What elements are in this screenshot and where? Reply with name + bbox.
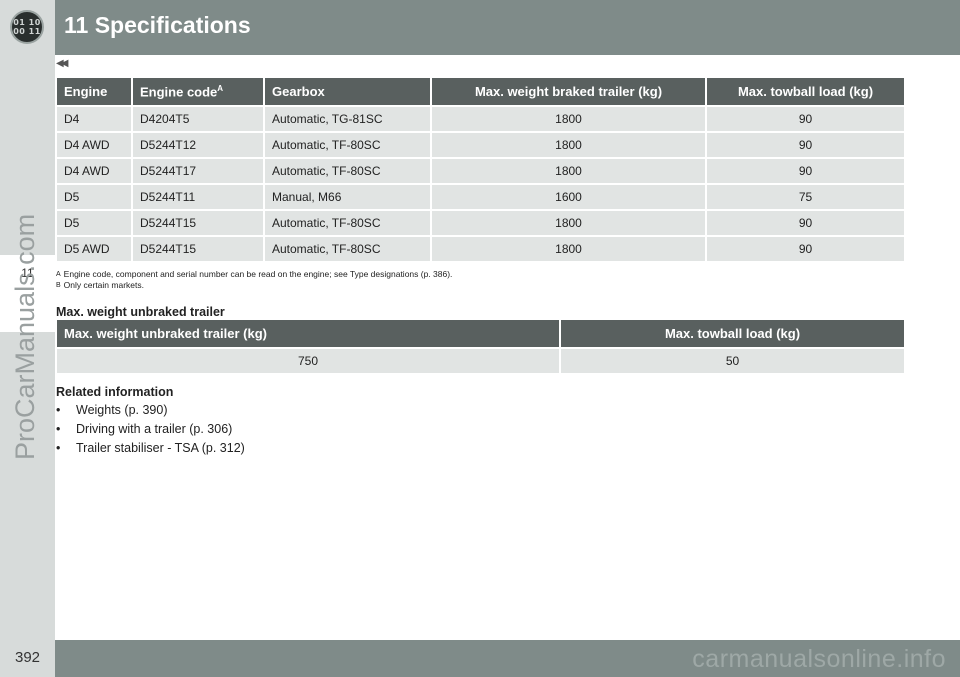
unbraked-section-heading: Max. weight unbraked trailer	[56, 305, 225, 319]
cell-braked-weight: 1600	[432, 185, 705, 209]
list-item: • Driving with a trailer (p. 306)	[56, 420, 245, 439]
table-header-row: Engine Engine codeA Gearbox Max. weight …	[57, 78, 904, 105]
col-header-braked-weight: Max. weight braked trailer (kg)	[432, 78, 705, 105]
table-row: D4 AWD D5244T17 Automatic, TF-80SC 1800 …	[57, 159, 904, 183]
table-header-row: Max. weight unbraked trailer (kg) Max. t…	[57, 320, 904, 347]
col-header-towball-load: Max. towball load (kg)	[707, 78, 904, 105]
footnote-key: A	[56, 271, 61, 278]
related-link-driving-with-trailer[interactable]: Driving with a trailer (p. 306)	[76, 422, 232, 436]
cell-towball-load: 90	[707, 211, 904, 235]
table-row: D5 D5244T11 Manual, M66 1600 75	[57, 185, 904, 209]
cell-engine: D5 AWD	[57, 237, 131, 261]
cell-engine-code: D5244T17	[133, 159, 263, 183]
cell-braked-weight: 1800	[432, 159, 705, 183]
cell-gearbox: Automatic, TF-80SC	[265, 159, 430, 183]
table-row: D4 D4204T5 Automatic, TG-81SC 1800 90	[57, 107, 904, 131]
logo-line-2: 00 11	[13, 27, 41, 36]
related-info-heading: Related information	[56, 385, 174, 399]
continued-marker-icon: ◀◀	[56, 58, 69, 69]
header-logo-box: 01 10 00 11	[0, 0, 55, 55]
table-row: D5 D5244T15 Automatic, TF-80SC 1800 90	[57, 211, 904, 235]
vertical-watermark: ProCarManuals.com	[10, 213, 40, 460]
cell-gearbox: Automatic, TF-80SC	[265, 237, 430, 261]
page-number: 392	[14, 649, 41, 666]
cell-towball-load: 90	[707, 237, 904, 261]
cell-gearbox: Manual, M66	[265, 185, 430, 209]
chapter-title: 11 Specifications	[64, 12, 251, 38]
col-header-gearbox: Gearbox	[265, 78, 430, 105]
footnote-key: B	[56, 282, 61, 289]
cell-unbraked-weight: 750	[57, 349, 559, 373]
cell-towball-load: 90	[707, 107, 904, 131]
footnote-text: Only certain markets.	[63, 280, 144, 290]
cell-engine-code: D5244T15	[133, 237, 263, 261]
footnote: A Engine code, component and serial numbe…	[56, 269, 452, 280]
cell-engine-code: D5244T15	[133, 211, 263, 235]
engine-code-label: Engine code	[140, 84, 218, 100]
cell-braked-weight: 1800	[432, 133, 705, 157]
col-header-unbraked-weight: Max. weight unbraked trailer (kg)	[57, 320, 559, 347]
unbraked-trailer-table: Max. weight unbraked trailer (kg) Max. t…	[55, 318, 906, 375]
col-header-engine-code: Engine codeA	[133, 78, 263, 105]
table-footnotes: A Engine code, component and serial numbe…	[56, 269, 452, 291]
cell-braked-weight: 1800	[432, 107, 705, 131]
table-row: 750 50	[57, 349, 904, 373]
cell-engine: D4 AWD	[57, 133, 131, 157]
cell-towball-load: 90	[707, 159, 904, 183]
list-item: • Trailer stabiliser - TSA (p. 312)	[56, 439, 245, 458]
cell-braked-weight: 1800	[432, 211, 705, 235]
cell-engine: D4 AWD	[57, 159, 131, 183]
bullet-icon: •	[56, 403, 61, 417]
cell-braked-weight: 1800	[432, 237, 705, 261]
cell-gearbox: Automatic, TF-80SC	[265, 133, 430, 157]
footer-watermark: carmanualsonline.info	[692, 645, 946, 673]
list-item: • Weights (p. 390)	[56, 401, 245, 420]
page-header: 01 10 00 11 11 Specifications	[0, 0, 960, 55]
table-row: D5 AWD D5244T15 Automatic, TF-80SC 1800 …	[57, 237, 904, 261]
cell-engine-code: D5244T11	[133, 185, 263, 209]
cell-engine-code: D4204T5	[133, 107, 263, 131]
towing-specs-table: Engine Engine codeA Gearbox Max. weight …	[55, 76, 906, 263]
cell-towball-load: 50	[561, 349, 904, 373]
page-footer: 392 carmanualsonline.info	[0, 640, 960, 677]
chapter-logo-icon: 01 10 00 11	[10, 10, 44, 44]
bullet-icon: •	[56, 422, 61, 436]
related-info-list: • Weights (p. 390) • Driving with a traile…	[56, 401, 245, 458]
cell-engine-code: D5244T12	[133, 133, 263, 157]
footnote-text: Engine code, component and serial number…	[63, 269, 453, 279]
cell-engine: D5	[57, 185, 131, 209]
table-row: D4 AWD D5244T12 Automatic, TF-80SC 1800 …	[57, 133, 904, 157]
related-link-trailer-stabiliser[interactable]: Trailer stabiliser - TSA (p. 312)	[76, 441, 245, 455]
cell-engine: D5	[57, 211, 131, 235]
cell-engine: D4	[57, 107, 131, 131]
footnote-ref-a: A	[217, 83, 224, 93]
footer-page-box: 392	[0, 640, 55, 677]
cell-towball-load: 75	[707, 185, 904, 209]
col-header-towball-load: Max. towball load (kg)	[561, 320, 904, 347]
cell-gearbox: Automatic, TF-80SC	[265, 211, 430, 235]
cell-towball-load: 90	[707, 133, 904, 157]
cell-gearbox: Automatic, TG-81SC	[265, 107, 430, 131]
footnote: B Only certain markets.	[56, 280, 452, 291]
logo-line-1: 01 10	[13, 18, 41, 27]
col-header-engine: Engine	[57, 78, 131, 105]
related-link-weights[interactable]: Weights (p. 390)	[76, 403, 167, 417]
bullet-icon: •	[56, 441, 61, 455]
